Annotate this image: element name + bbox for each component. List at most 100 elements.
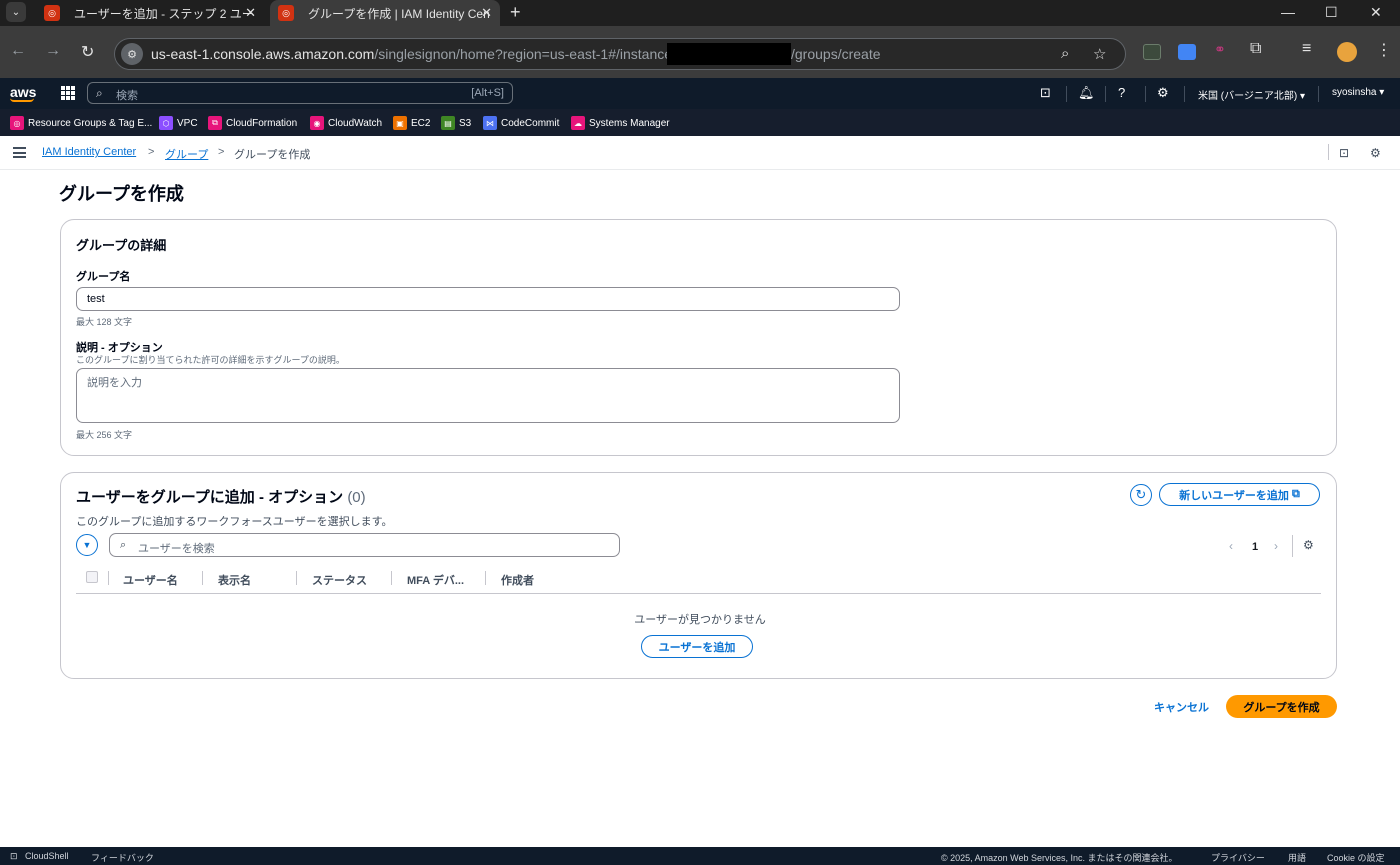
new-user-button[interactable]: 新しいユーザーを追加 ⧉ xyxy=(1159,483,1320,506)
pager-divider xyxy=(1292,535,1293,557)
favorite-systems-manager[interactable]: ☁ Systems Manager xyxy=(571,115,670,131)
prev-page-icon[interactable]: ‹ xyxy=(1229,539,1233,553)
menu-hamburger-icon[interactable] xyxy=(13,147,26,158)
chrome-menu-icon[interactable]: ⋮ xyxy=(1376,40,1392,60)
privacy-link[interactable]: プライバシー xyxy=(1211,851,1265,864)
column-header-status[interactable]: ステータス xyxy=(312,572,367,588)
column-divider xyxy=(296,571,297,585)
group-name-input[interactable] xyxy=(76,287,900,311)
aws-logo[interactable]: aws xyxy=(10,84,36,102)
feedback-link[interactable]: フィードバック xyxy=(91,851,154,864)
redacted-instance-id xyxy=(667,43,791,65)
search-placeholder: 検索 xyxy=(116,90,138,102)
favorite-label: Resource Groups & Tag E... xyxy=(28,117,153,129)
bookmark-star-icon[interactable]: ☆ xyxy=(1093,45,1106,63)
favorite-vpc[interactable]: ⬡ VPC xyxy=(159,115,198,131)
description-help: このグループに割り当てられた許可の詳細を示すグループの説明。 xyxy=(76,355,345,365)
favorite-resource-groups[interactable]: ◎ Resource Groups & Tag E... xyxy=(10,115,152,131)
minimize-icon[interactable]: — xyxy=(1281,4,1295,20)
settings-gear-icon[interactable]: ⚙ xyxy=(1157,85,1169,101)
extension-icon[interactable] xyxy=(1143,44,1161,60)
column-header-display-name[interactable]: 表示名 xyxy=(218,572,251,588)
favorite-cloudwatch[interactable]: ◉ CloudWatch xyxy=(310,115,382,131)
filter-dropdown-button[interactable]: ▼ xyxy=(76,534,98,556)
browser-tab-add-user[interactable]: ◎ ユーザーを追加 - ステップ 2 ユーザーを ✕ xyxy=(36,0,264,26)
aws-favicon-icon: ◎ xyxy=(278,5,294,21)
add-users-subtitle: このグループに追加するワークフォースユーザーを選択します。 xyxy=(76,516,393,528)
url-path: /singlesignon/home?region=us-east-1#/ins… xyxy=(374,46,680,62)
region-selector[interactable]: 米国 (バージニア北部) ▾ xyxy=(1198,87,1305,102)
help-icon[interactable]: ? xyxy=(1118,85,1125,100)
side-panel-icon[interactable]: ⊡ xyxy=(1339,146,1349,160)
table-settings-gear-icon[interactable]: ⚙ xyxy=(1303,538,1314,552)
tab-search-chevron-icon[interactable]: ⌄ xyxy=(6,2,26,22)
reading-list-icon[interactable]: ≡ xyxy=(1302,40,1311,58)
select-all-checkbox[interactable] xyxy=(86,571,98,583)
table-header-rule xyxy=(76,593,1321,594)
site-info-icon[interactable]: ⚙ xyxy=(121,43,143,65)
terms-link[interactable]: 用語 xyxy=(1288,851,1306,864)
aws-favicon-icon: ◎ xyxy=(44,5,60,21)
user-count: (0) xyxy=(347,489,366,506)
cloudshell-link[interactable]: CloudShell xyxy=(25,851,69,861)
url-omnibox[interactable]: ⚙ us-east-1.console.aws.amazon.com/singl… xyxy=(114,38,1126,70)
cloudwatch-icon: ◉ xyxy=(310,116,324,130)
page-number[interactable]: 1 xyxy=(1252,541,1258,553)
column-header-created-by[interactable]: 作成者 xyxy=(501,572,534,588)
notifications-bell-icon[interactable]: 🔔︎ xyxy=(1078,85,1095,101)
maximize-icon[interactable]: ☐ xyxy=(1325,4,1338,21)
aws-top-nav: aws ⌕ 検索 [Alt+S] ⊡ 🔔︎ ? ⚙ 米国 (バージニア北部) ▾… xyxy=(0,78,1400,109)
browser-tab-create-group[interactable]: ◎ グループを作成 | IAM Identity Center ✕ xyxy=(270,0,500,26)
profile-avatar[interactable] xyxy=(1337,42,1357,62)
user-search-placeholder: ユーザーを検索 xyxy=(138,543,215,555)
favorite-label: VPC xyxy=(177,117,198,129)
services-grid-icon[interactable] xyxy=(61,86,75,100)
favorite-cloudformation[interactable]: ⧉ CloudFormation xyxy=(208,115,297,131)
extensions-puzzle-icon[interactable]: ⧉ xyxy=(1250,40,1261,58)
browser-tab-strip: ⌄ ◎ ユーザーを追加 - ステップ 2 ユーザーを ✕ ◎ グループを作成 |… xyxy=(0,0,1400,26)
cookie-settings-link[interactable]: Cookie の設定 xyxy=(1327,851,1385,864)
ec2-icon: ▣ xyxy=(393,116,407,130)
favorite-codecommit[interactable]: ⋈ CodeCommit xyxy=(483,115,559,131)
preferences-gear-icon[interactable]: ⚙ xyxy=(1370,146,1381,160)
console-footer: ⊡ CloudShell フィードバック © 2025, Amazon Web … xyxy=(0,847,1400,865)
aws-search-input[interactable]: ⌕ 検索 [Alt+S] xyxy=(87,82,513,104)
link-extension-icon[interactable]: ⚭ xyxy=(1214,41,1232,57)
description-textarea[interactable] xyxy=(76,368,900,423)
favorite-s3[interactable]: ▤ S3 xyxy=(441,115,471,131)
user-search-input[interactable]: ⌕ ユーザーを検索 xyxy=(109,533,620,557)
breadcrumb-groups[interactable]: グループ xyxy=(165,146,208,162)
url-tail: /groups/create xyxy=(791,46,881,62)
favorite-ec2[interactable]: ▣ EC2 xyxy=(393,115,430,131)
zoom-icon[interactable]: ⌕ xyxy=(1061,45,1069,62)
add-user-button[interactable]: ユーザーを追加 xyxy=(641,635,753,658)
create-group-button[interactable]: グループを作成 xyxy=(1226,695,1337,718)
refresh-icon: ↻ xyxy=(1135,487,1147,502)
column-header-mfa-devices[interactable]: MFA デバ... xyxy=(407,572,464,588)
reload-icon[interactable]: ↻ xyxy=(81,42,94,62)
column-header-username[interactable]: ユーザー名 xyxy=(123,572,178,588)
add-user-label: ユーザーを追加 xyxy=(658,641,736,654)
cloudshell-icon[interactable]: ⊡ xyxy=(1040,85,1051,101)
tab-close-icon[interactable]: ✕ xyxy=(245,5,256,21)
tab-close-icon[interactable]: ✕ xyxy=(481,5,492,21)
next-page-icon[interactable]: › xyxy=(1274,539,1278,553)
window-close-icon[interactable]: ✕ xyxy=(1370,4,1382,21)
back-arrow-icon[interactable]: ← xyxy=(10,42,26,60)
refresh-button[interactable]: ↻ xyxy=(1130,484,1152,506)
nav-divider xyxy=(1184,86,1185,102)
aws-smile-icon xyxy=(10,98,34,102)
favorite-label: CloudWatch xyxy=(328,117,383,129)
forward-arrow-icon[interactable]: → xyxy=(45,42,61,60)
breadcrumb-iam-identity-center[interactable]: IAM Identity Center xyxy=(42,146,136,158)
favorites-bar: ◎ Resource Groups & Tag E... ⬡ VPC ⧉ CloudF… xyxy=(0,109,1400,136)
add-users-heading: ユーザーをグループに追加 - オプション (0) xyxy=(76,486,366,507)
new-tab-button[interactable]: + xyxy=(510,2,521,23)
translate-extension-icon[interactable] xyxy=(1178,44,1196,60)
resource-groups-icon: ◎ xyxy=(10,116,24,130)
cancel-button[interactable]: キャンセル xyxy=(1154,699,1209,715)
tab-title: グループを作成 | IAM Identity Center xyxy=(308,6,490,21)
account-menu[interactable]: syosinsha ▾ xyxy=(1332,87,1384,98)
systems-manager-icon: ☁ xyxy=(571,116,585,130)
external-link-icon: ⧉ xyxy=(1291,488,1300,500)
